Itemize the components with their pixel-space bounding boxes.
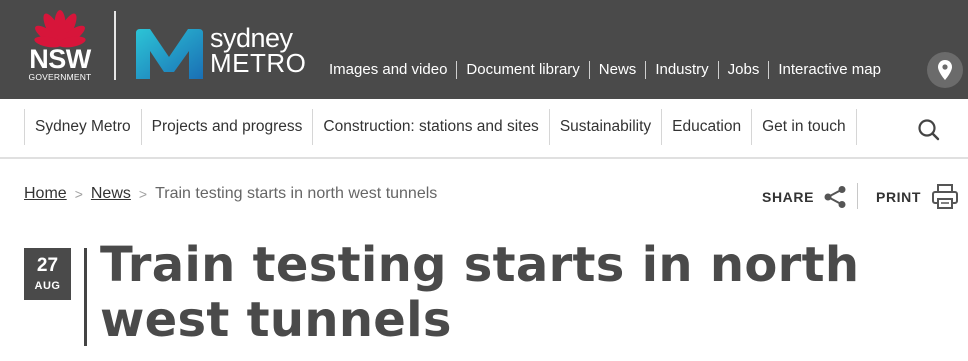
tools-divider	[857, 183, 858, 209]
main-nav-get-in-touch[interactable]: Get in touch	[752, 109, 857, 145]
utility-link-images-and-video[interactable]: Images and video	[320, 61, 456, 79]
article-date-badge: 27 AUG	[24, 248, 71, 300]
brand-line-metro: METRO	[210, 48, 307, 78]
breadcrumb-separator: >	[74, 186, 83, 202]
utility-link-interactive-map[interactable]: Interactive map	[768, 61, 890, 79]
breadcrumb-news[interactable]: News	[91, 185, 131, 203]
utility-link-document-library[interactable]: Document library	[456, 61, 588, 79]
interactive-map-button[interactable]	[927, 52, 963, 88]
utility-link-news[interactable]: News	[588, 61, 646, 79]
breadcrumb-current: Train testing starts in north west tunne…	[155, 185, 438, 202]
search-button[interactable]	[914, 115, 944, 145]
main-nav-sustainability[interactable]: Sustainability	[550, 109, 663, 145]
breadcrumb-home[interactable]: Home	[24, 185, 67, 203]
map-pin-icon	[938, 60, 952, 80]
logo-divider	[114, 11, 116, 80]
date-day: 27	[36, 255, 59, 276]
print-button[interactable]: PRINT	[876, 184, 959, 210]
main-nav: Sydney Metro Projects and progress Const…	[0, 99, 968, 159]
print-label: PRINT	[876, 189, 921, 205]
breadcrumb: Home > News > Train testing starts in no…	[24, 185, 437, 203]
sydney-metro-m-icon	[136, 29, 203, 79]
utility-link-industry[interactable]: Industry	[645, 61, 717, 79]
share-button[interactable]: SHARE	[762, 184, 848, 210]
share-label: SHARE	[762, 189, 815, 205]
main-nav-projects-and-progress[interactable]: Projects and progress	[142, 109, 314, 145]
main-nav-education[interactable]: Education	[662, 109, 753, 145]
government-label: GOVERNMENT	[28, 72, 92, 82]
search-icon	[918, 119, 940, 141]
page-title: Train testing starts in north west tunne…	[100, 237, 860, 348]
main-nav-construction[interactable]: Construction: stations and sites	[313, 109, 550, 145]
date-month: AUG	[34, 280, 61, 292]
nsw-wordmark: NSW	[29, 44, 91, 74]
main-nav-list: Sydney Metro Projects and progress Const…	[24, 109, 857, 145]
site-header: NSW GOVERNMENT sydney METRO Images and v…	[0, 0, 968, 99]
title-accent-bar	[84, 248, 87, 346]
share-icon	[824, 186, 846, 208]
breadcrumb-separator: >	[138, 186, 148, 202]
main-nav-sydney-metro[interactable]: Sydney Metro	[25, 109, 142, 145]
printer-icon	[932, 184, 958, 209]
utility-nav: Images and video Document library News I…	[320, 58, 890, 82]
utility-link-jobs[interactable]: Jobs	[717, 61, 769, 79]
